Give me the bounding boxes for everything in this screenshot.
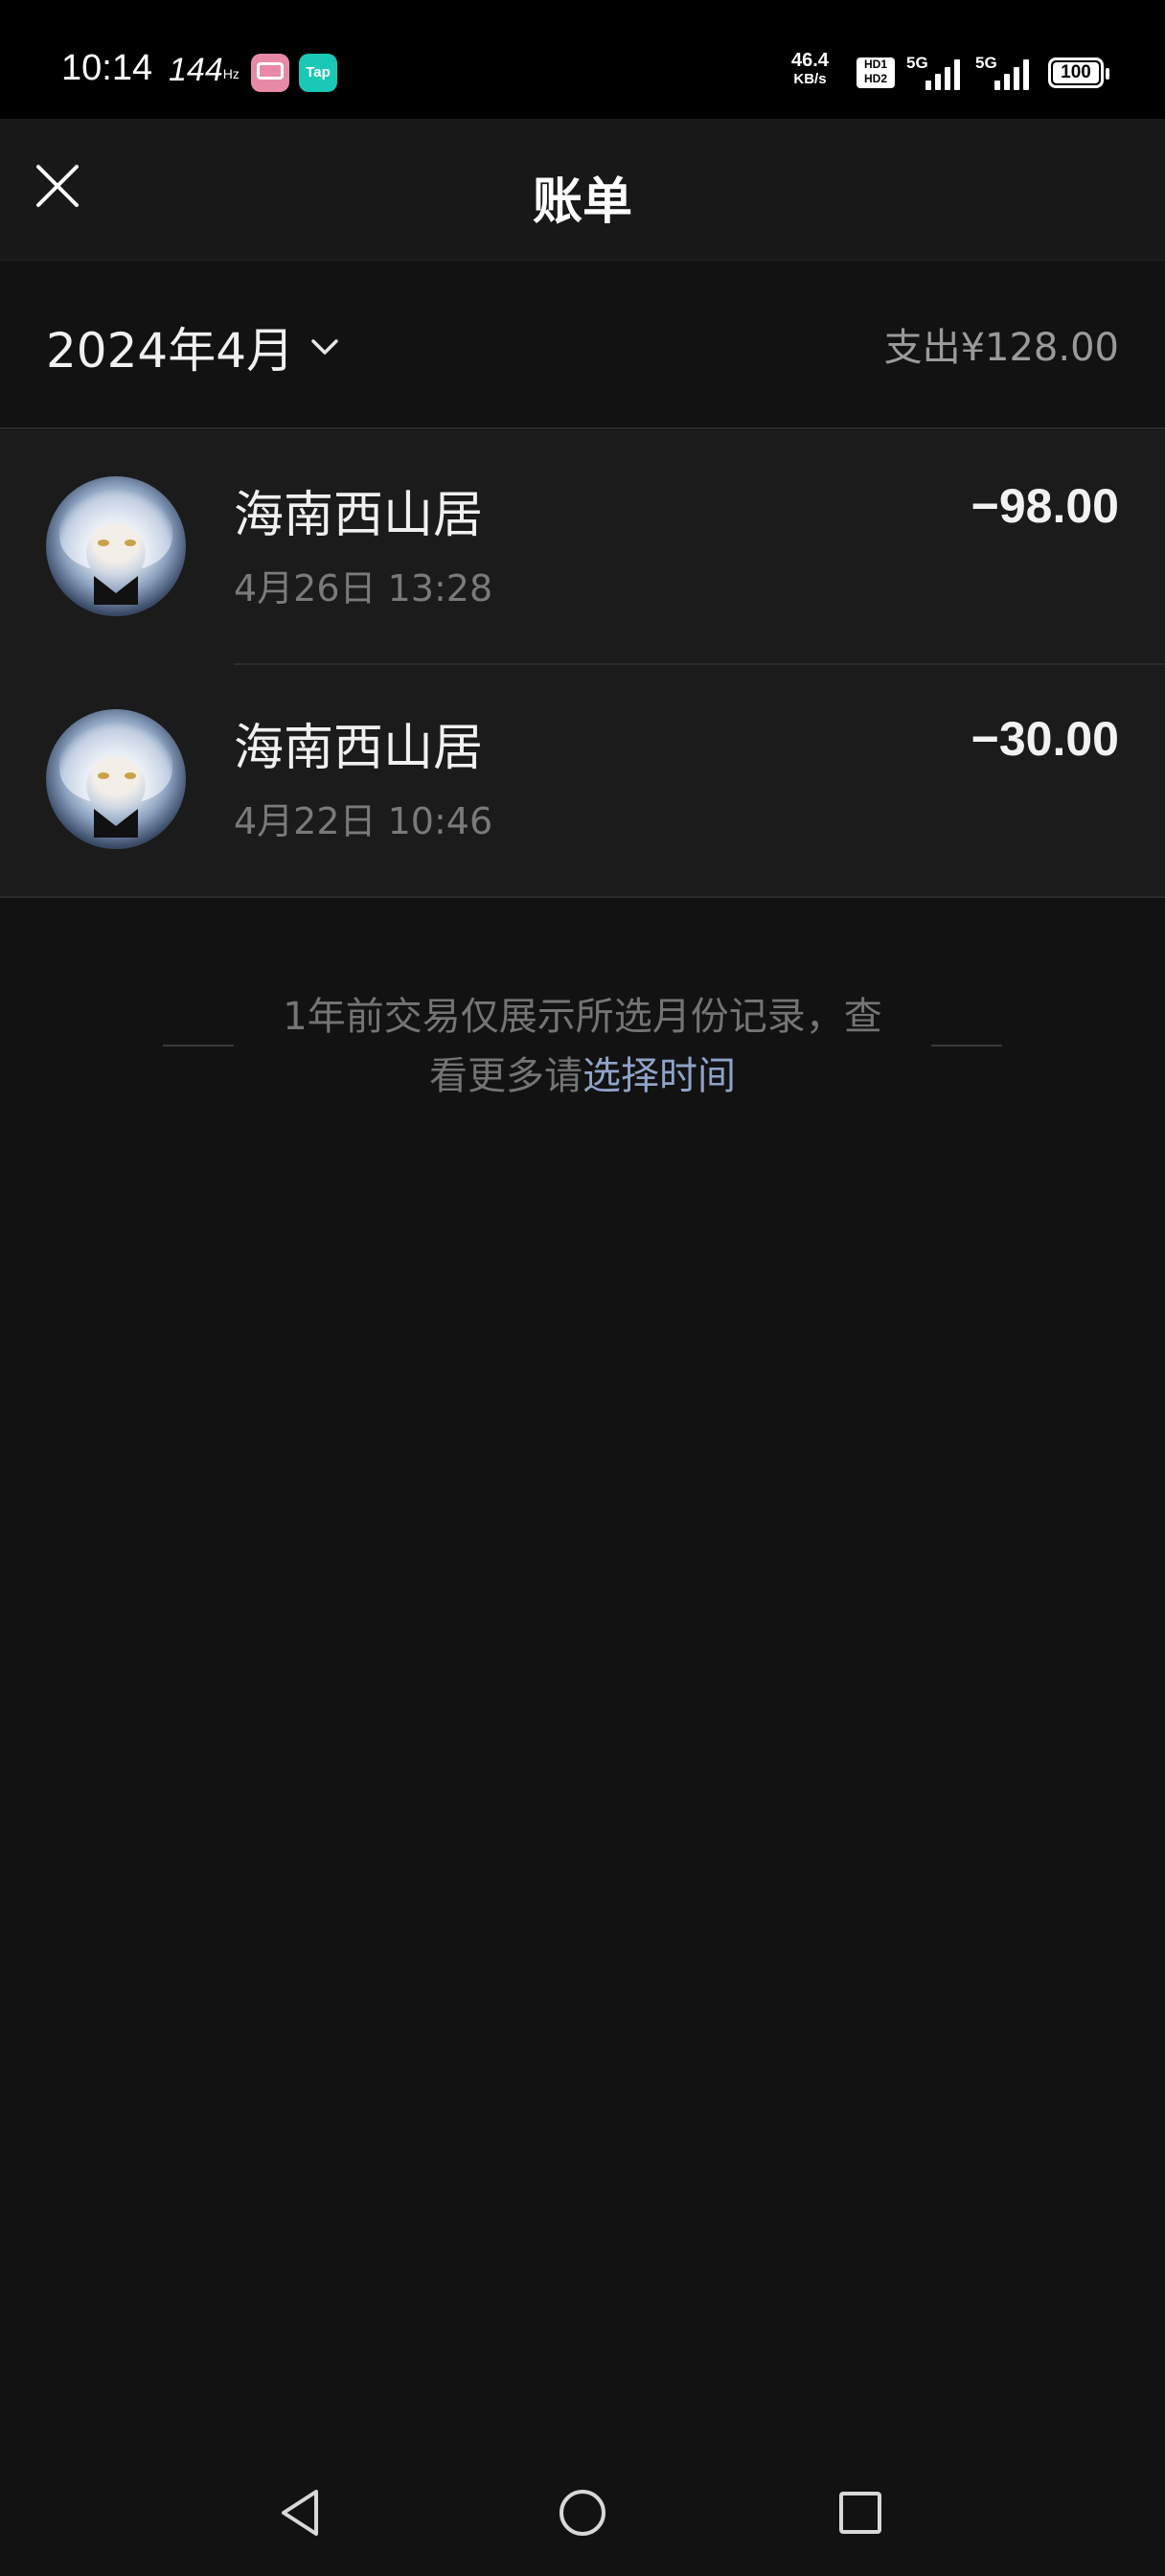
recents-button[interactable] [826, 2478, 895, 2547]
month-selector[interactable]: 2024年4月 [46, 312, 342, 381]
page-title: 账单 [532, 173, 632, 231]
battery-icon: 100 [1048, 58, 1109, 88]
transaction-time: 4月26日 13:28 [234, 567, 493, 610]
battery-level: 100 [1053, 62, 1099, 83]
system-nav-bar [0, 2453, 1165, 2576]
notice-divider-left [163, 1045, 234, 1046]
transaction-amount: −30.00 [971, 712, 1119, 766]
app-header: 账单 [0, 119, 1165, 261]
notice-line-2: 看更多请选择时间 [259, 1046, 906, 1106]
refresh-rate-value: 144 [169, 52, 223, 88]
notice-text: 1年前交易仅展示所选月份记录，查 看更多请选择时间 [259, 987, 906, 1106]
signal-sim2-icon: 5G [975, 54, 1035, 90]
status-bar: 10:14 144Hz Tap 46.4 KB/s HD1 HD2 5G 5G … [0, 0, 1165, 119]
merchant-avatar [46, 709, 186, 849]
network-speed-unit: KB/s [793, 71, 827, 87]
notice-line-2-text: 看更多请 [429, 1054, 582, 1098]
hd-voice-icon: HD1 HD2 [857, 58, 895, 88]
expense-summary: 支出¥128.00 [884, 316, 1119, 372]
home-circle-icon [560, 2490, 605, 2536]
hd2-label: HD2 [863, 72, 887, 85]
notification-app-icon [251, 54, 289, 92]
transaction-row[interactable]: 海南西山居 4月26日 13:28 −98.00 [0, 430, 1165, 663]
network-speed: 46.4 KB/s [791, 50, 829, 88]
notice-divider-right [931, 1045, 1002, 1046]
home-button[interactable] [548, 2478, 617, 2547]
sim2-network-type: 5G [975, 54, 997, 72]
hd1-label: HD1 [863, 58, 887, 71]
history-notice: 1年前交易仅展示所选月份记录，查 看更多请选择时间 [0, 981, 1165, 1116]
expense-summary-label: 支出 [883, 326, 961, 370]
refresh-rate-unit: Hz [222, 66, 240, 81]
merchant-avatar [46, 476, 186, 616]
transaction-amount: −98.00 [971, 479, 1119, 533]
month-filter-bar: 2024年4月 支出¥128.00 [0, 261, 1165, 429]
back-button[interactable] [266, 2478, 335, 2547]
month-label: 2024年4月 [46, 323, 295, 379]
back-triangle-icon [282, 2490, 318, 2536]
expense-summary-amount: ¥128.00 [960, 326, 1119, 370]
tap-app-icon: Tap [299, 54, 337, 92]
transaction-row[interactable]: 海南西山居 4月22日 10:46 −30.00 [0, 663, 1165, 896]
network-speed-value: 46.4 [791, 50, 829, 71]
select-time-link[interactable]: 选择时间 [582, 1054, 736, 1098]
refresh-rate-indicator: 144Hz [169, 52, 240, 89]
notice-line-1: 1年前交易仅展示所选月份记录，查 [283, 995, 882, 1039]
merchant-name: 海南西山居 [234, 487, 484, 544]
signal-sim1-icon: 5G [906, 54, 966, 90]
merchant-name: 海南西山居 [234, 720, 484, 777]
chevron-down-icon [311, 339, 338, 355]
transaction-list: 海南西山居 4月26日 13:28 −98.00 海南西山居 4月22日 10:… [0, 430, 1165, 898]
sim1-network-type: 5G [906, 54, 928, 72]
transaction-time: 4月22日 10:46 [234, 800, 493, 842]
recents-square-icon [839, 2492, 881, 2534]
status-time: 10:14 [61, 48, 153, 88]
